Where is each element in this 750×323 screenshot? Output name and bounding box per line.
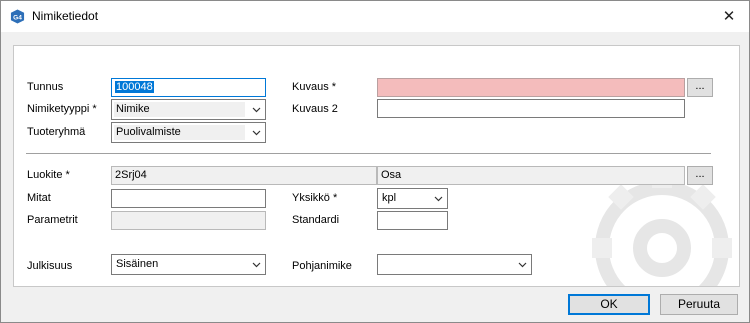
parametrit-label: Parametrit (27, 214, 78, 226)
yksikko-value: kpl (382, 192, 397, 204)
standardi-field[interactable] (377, 211, 448, 230)
julkisuus-value: Sisäinen (116, 258, 159, 270)
mitat-label: Mitat (27, 192, 51, 204)
julkisuus-select[interactable]: Sisäinen (111, 254, 266, 275)
nimiketyyppi-label: Nimiketyyppi * (27, 103, 97, 115)
nimiketyyppi-select[interactable]: Nimike (111, 99, 266, 120)
close-button[interactable]: ✕ (709, 1, 749, 32)
tunnus-label: Tunnus (27, 81, 64, 93)
tuoteryhma-select[interactable]: Puolivalmiste (111, 122, 266, 143)
chevron-down-icon (252, 262, 261, 268)
tuoteryhma-value: Puolivalmiste (114, 125, 245, 140)
form-panel: Tunnus 100048 Kuvaus * ... Nimiketyyppi … (13, 45, 740, 287)
close-icon: ✕ (722, 8, 736, 25)
pohjanimike-value (380, 257, 511, 272)
pohjanimike-label: Pohjanimike (292, 260, 352, 272)
chevron-down-icon (252, 107, 261, 113)
julkisuus-label: Julkisuus (27, 260, 73, 272)
luokite-browse-button[interactable]: ... (687, 166, 713, 185)
standardi-label: Standardi (292, 214, 340, 226)
cancel-button[interactable]: Peruuta (660, 294, 738, 315)
g4-logo-icon: G4 (10, 9, 25, 24)
kuvaus2-field[interactable] (377, 99, 685, 118)
luokite-name-field: Osa (377, 166, 685, 185)
svg-text:G4: G4 (13, 14, 22, 21)
mitat-field[interactable] (111, 189, 266, 208)
kuvaus-browse-button[interactable]: ... (687, 78, 713, 97)
kuvaus-field[interactable] (377, 78, 685, 97)
chevron-down-icon (434, 196, 443, 202)
yksikko-select[interactable]: kpl (377, 188, 448, 209)
dialog-window: G4 Nimiketiedot ✕ Tunnus 100048 Kuvaus *… (0, 0, 750, 323)
pohjanimike-select[interactable] (377, 254, 532, 275)
yksikko-label: Yksikkö * (292, 192, 338, 204)
ok-button[interactable]: OK (568, 294, 650, 315)
luokite-label: Luokite * (27, 169, 70, 181)
nimiketyyppi-value: Nimike (114, 102, 245, 117)
gear-watermark-icon (592, 168, 732, 286)
tunnus-field[interactable]: 100048 (111, 78, 266, 97)
chevron-down-icon (518, 262, 527, 268)
chevron-down-icon (252, 130, 261, 136)
luokite-code-field: 2Srj04 (111, 166, 377, 185)
window-title: Nimiketiedot (32, 9, 99, 23)
parametrit-field (111, 211, 266, 230)
kuvaus-label: Kuvaus * (292, 81, 337, 93)
tuoteryhma-label: Tuoteryhmä (27, 126, 86, 138)
tunnus-value: 100048 (115, 81, 154, 93)
title-bar: G4 Nimiketiedot ✕ (1, 1, 749, 32)
kuvaus2-label: Kuvaus 2 (292, 103, 338, 115)
section-divider (26, 153, 711, 154)
